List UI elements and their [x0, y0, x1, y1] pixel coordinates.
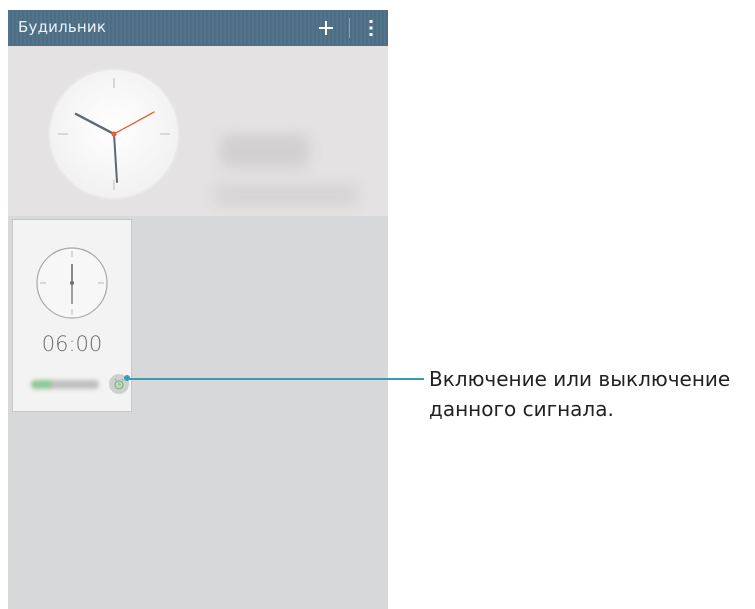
callout-text: Включение или выключение данного сигнала…	[429, 364, 749, 424]
alarm-clock-icon	[114, 378, 124, 390]
current-time-blurred	[220, 134, 310, 168]
phone-screen: Будильник 06:00	[8, 10, 388, 609]
alarm-time: 06:00	[41, 332, 103, 356]
callout-line-2: данного сигнала.	[429, 397, 614, 421]
add-alarm-button[interactable]	[308, 10, 344, 46]
action-bar-divider	[349, 18, 350, 38]
callout-line-1: Включение или выключение	[429, 367, 731, 391]
alarm-item[interactable]: 06:00	[12, 219, 132, 412]
more-options-button[interactable]	[356, 10, 386, 46]
callout-line	[126, 378, 424, 380]
analog-clock	[48, 68, 180, 200]
alarm-clock-face	[36, 247, 108, 319]
more-vertical-icon	[369, 20, 373, 36]
current-date-blurred	[214, 184, 358, 206]
app-title: Будильник	[18, 18, 107, 36]
action-bar: Будильник	[8, 10, 388, 46]
alarm-days-blurred	[31, 380, 99, 389]
current-time-panel	[8, 46, 388, 216]
plus-icon	[319, 21, 333, 35]
